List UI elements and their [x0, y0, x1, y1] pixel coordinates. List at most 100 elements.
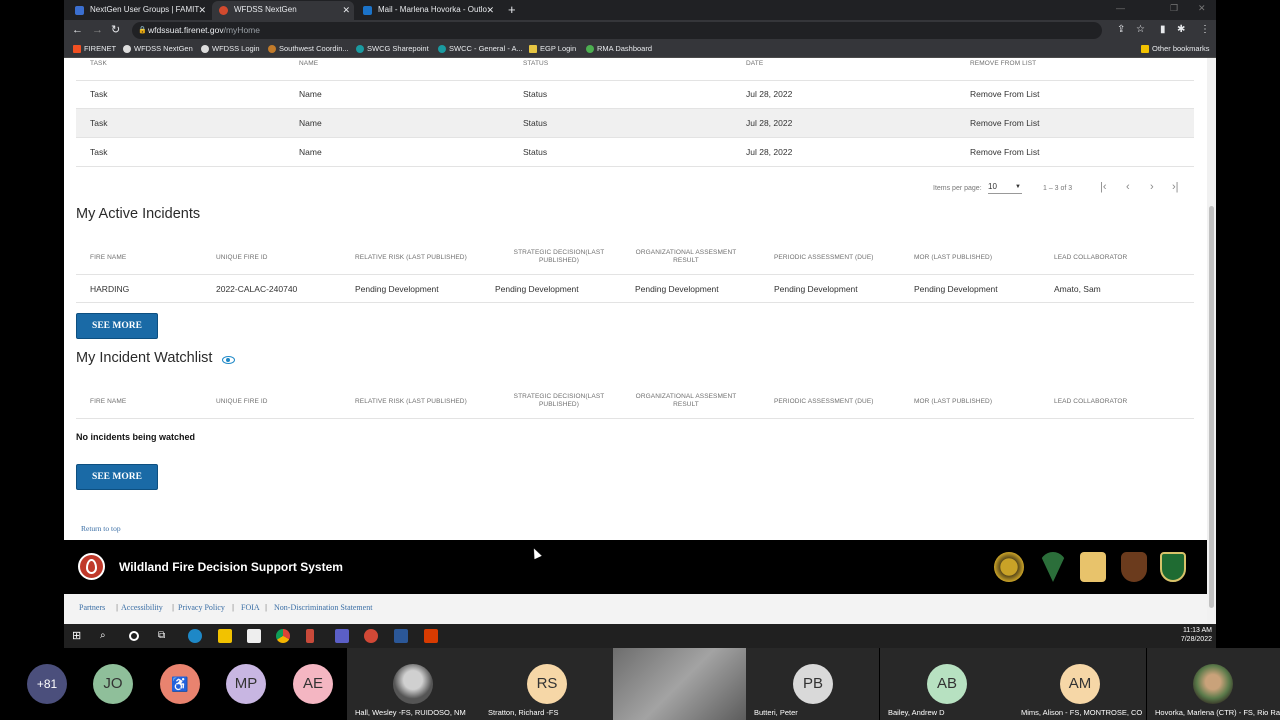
share-icon[interactable]: ⇪	[1117, 24, 1125, 36]
active-incidents-see-more-button[interactable]: SEE MORE	[76, 313, 158, 339]
participant-tile[interactable]: AM Mims, Alison - FS, MONTROSE, CO	[1013, 648, 1146, 720]
tab-outlook[interactable]: Mail - Marlena Hovorka - Outlo ✕	[356, 1, 498, 20]
teams-icon[interactable]	[335, 629, 349, 643]
footer-link-non-discrimination[interactable]: Non-Discrimination Statement	[274, 603, 372, 613]
remove-from-list-link[interactable]: Remove From List	[970, 147, 1039, 157]
participant-tile[interactable]: Hovorka, Marlena (CTR) - FS, Rio Ra...	[1147, 648, 1280, 720]
table-row: Task Name Status Jul 28, 2022 Remove Fro…	[76, 138, 1194, 167]
bookmark-label: EGP Login	[540, 44, 577, 53]
cortana-icon[interactable]	[129, 631, 139, 641]
bookmark-wfdss-login[interactable]: WFDSS Login	[201, 41, 260, 57]
incident-row[interactable]: HARDING 2022-CALAC-240740 Pending Develo…	[76, 274, 1194, 303]
col-header-fire-name: FIRE NAME	[90, 254, 127, 261]
back-icon[interactable]: ←	[72, 23, 83, 37]
side-panel-icon[interactable]: ▮	[1160, 24, 1166, 36]
bookmark-swcg-sharepoint[interactable]: SWCG Sharepoint	[356, 41, 429, 57]
col-header-org-assessment: ORGANIZATIONAL ASSESMENT RESULT	[635, 249, 737, 264]
close-tab-icon[interactable]: ✕	[198, 1, 206, 19]
taskbar-clock[interactable]: 11:13 AM 7/28/2022	[1181, 626, 1212, 644]
wfdss-favicon-icon	[219, 6, 228, 15]
bookmark-southwest[interactable]: Southwest Coordin...	[268, 41, 349, 57]
site-footer: Wildland Fire Decision Support System	[64, 540, 1207, 594]
last-page-icon[interactable]: ›|	[1172, 181, 1179, 193]
first-page-icon[interactable]: |‹	[1100, 181, 1107, 193]
col-header-periodic-assessment: PERIODIC ASSESSMENT (DUE)	[774, 254, 874, 261]
bookmark-swcc-general[interactable]: SWCC - General - A...	[438, 41, 523, 57]
search-icon[interactable]: ⌕	[100, 629, 114, 643]
wfdss-icon	[123, 45, 131, 53]
tab-famit[interactable]: NextGen User Groups | FAMIT ✕	[68, 1, 210, 20]
mail-icon[interactable]	[247, 629, 261, 643]
file-explorer-icon[interactable]	[218, 629, 232, 643]
name-cell: Name	[299, 118, 322, 128]
bookmark-wfdss-nextgen[interactable]: WFDSS NextGen	[123, 41, 193, 57]
col-header-lead-collaborator: LEAD COLLABORATOR	[1054, 398, 1128, 405]
eye-icon[interactable]	[222, 356, 236, 364]
tab-title: NextGen User Groups | FAMIT	[90, 5, 200, 14]
return-to-top-link[interactable]: Return to top	[81, 524, 121, 534]
participant-tile[interactable]: RS Stratton, Richard -FS	[480, 648, 613, 720]
participant-photo	[1193, 664, 1233, 704]
table-row: Task Name Status Jul 28, 2022 Remove Fro…	[76, 109, 1194, 138]
footer-link-privacy-policy[interactable]: Privacy Policy	[178, 603, 225, 613]
bookmark-rma-dashboard[interactable]: RMA Dashboard	[586, 41, 652, 57]
bookmark-star-icon[interactable]: ☆	[1136, 24, 1145, 36]
watchlist-empty-message: No incidents being watched	[76, 432, 196, 442]
task-view-icon[interactable]: ⧉	[158, 629, 172, 643]
more-participants-count[interactable]: +81	[27, 664, 67, 704]
participant-initials: AB	[927, 664, 967, 704]
watchlist-title: My Incident Watchlist	[76, 349, 236, 367]
participant-name: Hovorka, Marlena (CTR) - FS, Rio Ra...	[1155, 708, 1280, 717]
tab-title: WFDSS NextGen	[234, 5, 297, 14]
close-tab-icon[interactable]: ✕	[486, 1, 494, 19]
participant-tile[interactable]: AB Bailey, Andrew D	[880, 648, 1013, 720]
chrome-app-icon[interactable]	[364, 629, 378, 643]
task-cell: Task	[90, 147, 108, 157]
edge-icon[interactable]	[188, 629, 202, 643]
profile-icon[interactable]: ✱	[1177, 24, 1185, 36]
bookmark-label: Other bookmarks	[1152, 44, 1210, 53]
scrollbar-thumb[interactable]	[1209, 206, 1214, 608]
minimize-icon[interactable]: —	[1116, 3, 1125, 13]
participant-avatar[interactable]: MP	[226, 664, 266, 704]
windows-start-icon[interactable]: ⊞	[72, 629, 86, 643]
fire-name-cell[interactable]: HARDING	[90, 284, 129, 294]
url-host: wfdssuat.firenet.gov	[148, 25, 224, 35]
close-tab-icon[interactable]: ✕	[342, 1, 350, 19]
address-bar[interactable]: 🔒 wfdssuat.firenet.gov/myHome	[132, 22, 1102, 39]
col-header-strategic-decision: STRATEGIC DECISION(LAST PUBLISHED)	[513, 249, 605, 264]
previous-page-icon[interactable]: ‹	[1126, 181, 1130, 193]
participant-avatar[interactable]: AE	[293, 664, 333, 704]
pin-app-icon[interactable]	[306, 629, 314, 643]
footer-link-foia[interactable]: FOIA	[241, 603, 260, 613]
chrome-icon[interactable]	[276, 629, 290, 643]
word-icon[interactable]	[394, 629, 408, 643]
remove-from-list-link[interactable]: Remove From List	[970, 89, 1039, 99]
participant-avatar[interactable]: ♿	[160, 664, 200, 704]
participant-tile[interactable]: Hall, Wesley -FS, RUIDOSO, NM	[347, 648, 480, 720]
close-window-icon[interactable]: ✕	[1198, 3, 1206, 14]
office-icon[interactable]	[424, 629, 438, 643]
tab-wfdss[interactable]: WFDSS NextGen ✕	[212, 1, 354, 20]
participant-tile[interactable]: PB Butteri, Peter	[746, 648, 879, 720]
participant-avatar[interactable]: JO	[93, 664, 133, 704]
watchlist-see-more-button[interactable]: SEE MORE	[76, 464, 158, 490]
next-page-icon[interactable]: ›	[1150, 181, 1154, 193]
col-header-periodic-assessment: PERIODIC ASSESSMENT (DUE)	[774, 398, 874, 405]
bookmark-firenet[interactable]: FIRENET	[73, 41, 116, 57]
footer-link-accessibility[interactable]: Accessibility	[121, 603, 163, 613]
bookmark-egp-login[interactable]: EGP Login	[529, 41, 576, 57]
menu-kebab-icon[interactable]: ⋮	[1200, 24, 1210, 36]
reload-icon[interactable]: ↻	[111, 23, 120, 37]
other-bookmarks[interactable]: Other bookmarks	[1141, 41, 1210, 57]
remove-from-list-link[interactable]: Remove From List	[970, 118, 1039, 128]
items-per-page-select[interactable]: 10 ▼	[988, 182, 1022, 194]
forward-icon[interactable]: →	[92, 23, 103, 37]
bookmark-label: RMA Dashboard	[597, 44, 653, 53]
new-tab-icon[interactable]: +	[508, 1, 516, 19]
periodic-assessment-cell: Pending Development	[774, 284, 858, 294]
footer-link-partners[interactable]: Partners	[79, 603, 105, 613]
restore-icon[interactable]: ❐	[1170, 3, 1178, 14]
participant-video-tile[interactable]	[613, 648, 746, 720]
page-scrollbar[interactable]	[1207, 58, 1216, 624]
